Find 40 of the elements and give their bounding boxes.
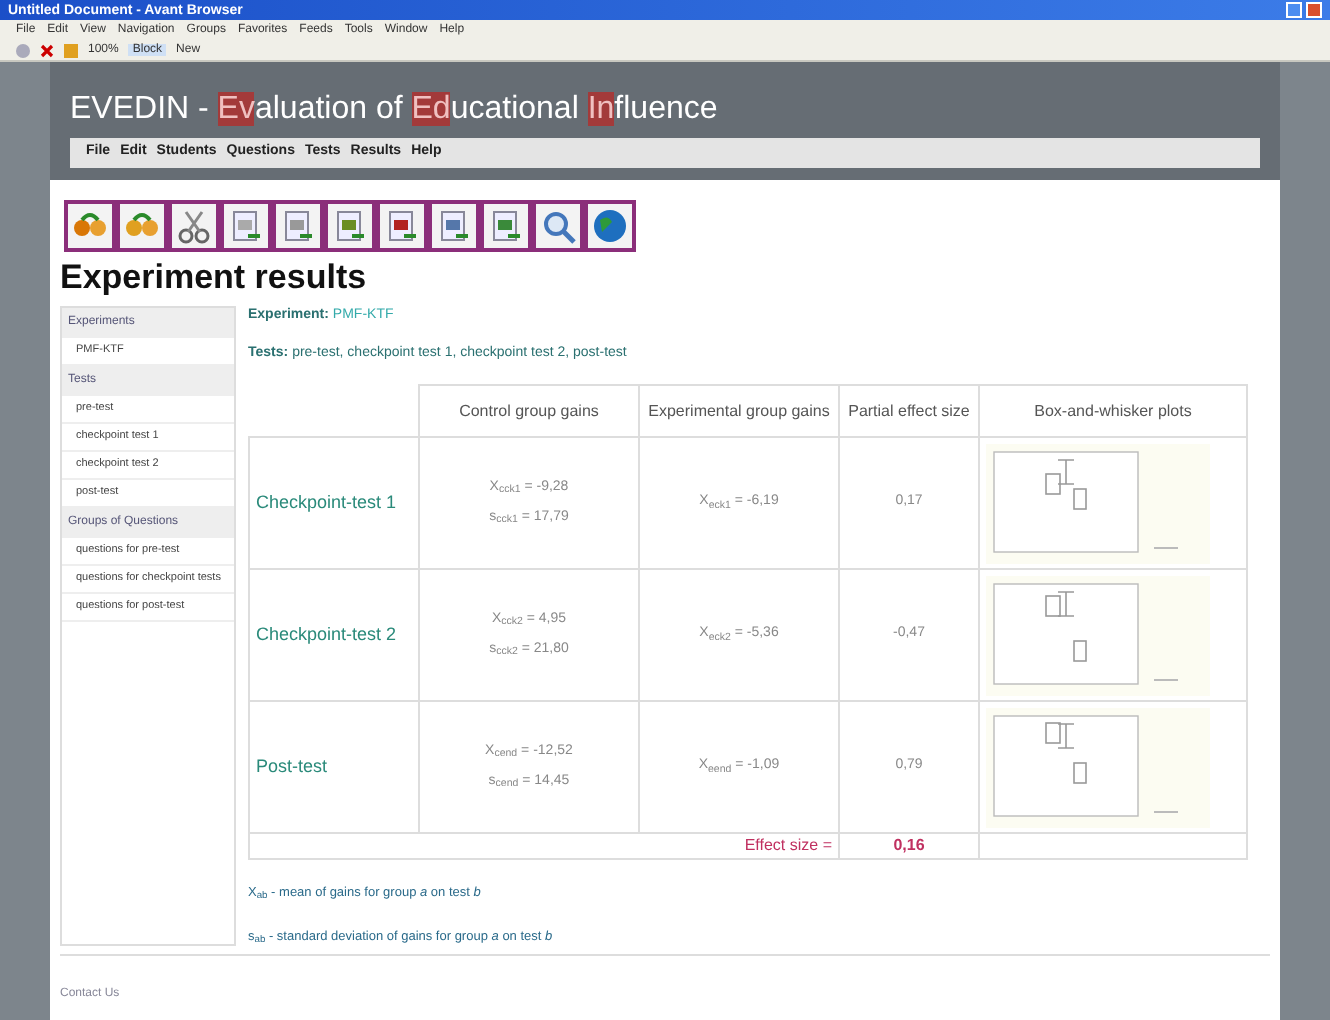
toolbar-button[interactable]	[480, 200, 532, 252]
row-header: Checkpoint-test 2	[249, 569, 419, 701]
toolbar-button[interactable]	[532, 200, 584, 252]
column-header: Control group gains	[419, 385, 639, 437]
page-title: Experiment results	[60, 258, 369, 298]
site-title: Ev	[217, 92, 255, 126]
column-header: Box-and-whisker plots	[979, 385, 1247, 437]
toolbar-button[interactable]	[324, 200, 376, 252]
toolbar-button[interactable]	[584, 200, 636, 252]
column-header: Partial effect size	[839, 385, 979, 437]
row-header: Checkpoint-test 1	[249, 437, 419, 569]
tool-icon	[280, 208, 316, 244]
toolbar-button[interactable]	[376, 200, 428, 252]
toolbar-button[interactable]	[220, 200, 272, 252]
tool-icon	[228, 208, 264, 244]
toolbar-button[interactable]	[116, 200, 168, 252]
tool-icon	[384, 208, 420, 244]
stop-icon[interactable]	[40, 43, 54, 57]
site-title: EVEDIN -	[70, 92, 211, 126]
toolbar-button[interactable]	[428, 200, 480, 252]
toolbar-button[interactable]	[168, 200, 220, 252]
close-icon[interactable]	[1306, 2, 1322, 18]
site-title: In	[587, 92, 615, 126]
site-title: fluence	[614, 92, 718, 126]
column-header: Experimental group gains	[639, 385, 839, 437]
toolbar-button[interactable]	[272, 200, 324, 252]
tool-icon	[488, 208, 524, 244]
scissors-icon	[176, 208, 212, 244]
search-icon	[540, 208, 576, 244]
site-title: Ed	[411, 92, 451, 126]
effect-size-value: 0,16	[839, 833, 979, 859]
tool-icon	[332, 208, 368, 244]
site-title: aluation of	[254, 92, 405, 126]
minimize-icon[interactable]	[1286, 2, 1302, 18]
row-header: Post-test	[249, 701, 419, 833]
tool-icon	[436, 208, 472, 244]
effect-size-label: Effect size =	[249, 833, 839, 859]
globe-icon	[592, 208, 628, 244]
toolbar-button[interactable]	[64, 200, 116, 252]
site-title: ucational	[450, 92, 581, 126]
